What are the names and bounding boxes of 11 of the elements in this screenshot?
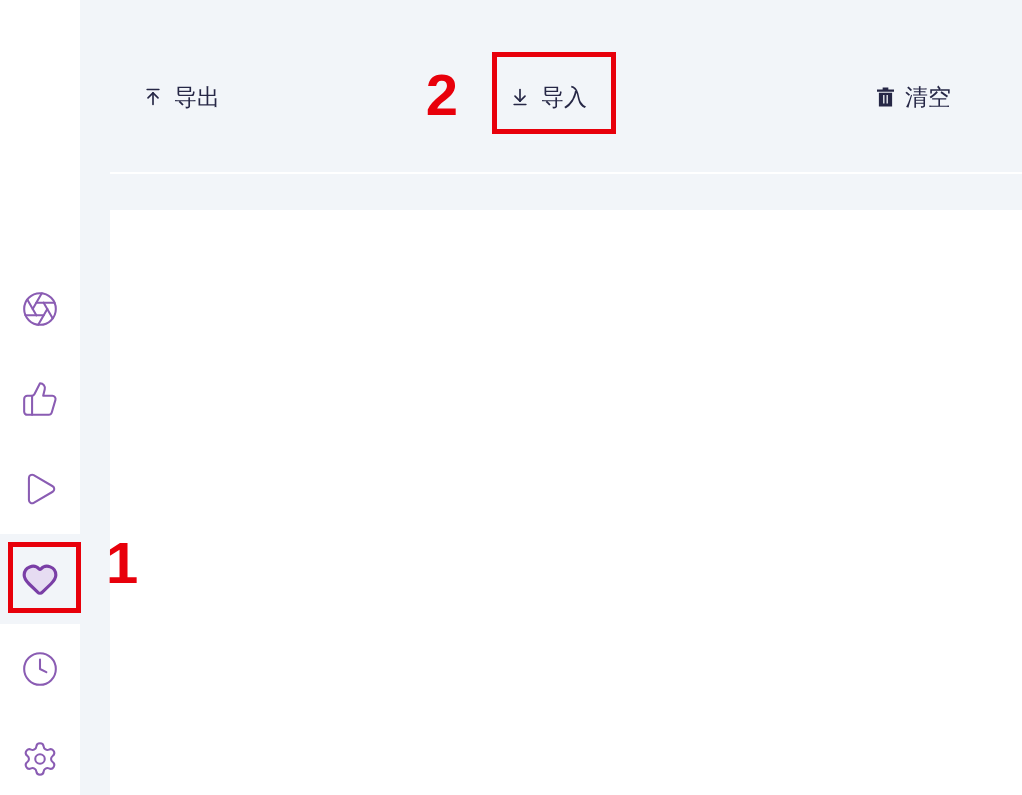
clock-icon [21,650,59,688]
clear-button[interactable]: 清空 [877,81,951,113]
download-icon [510,87,530,107]
step-number: 1 [106,534,139,592]
export-button[interactable]: 导出 [143,81,220,113]
trash-icon [877,87,894,107]
aperture-icon [21,290,59,328]
thumbs-up-icon [21,380,59,418]
step-number: 2 [425,65,458,124]
import-button[interactable]: 导入 [510,81,587,113]
upload-icon [143,87,163,107]
